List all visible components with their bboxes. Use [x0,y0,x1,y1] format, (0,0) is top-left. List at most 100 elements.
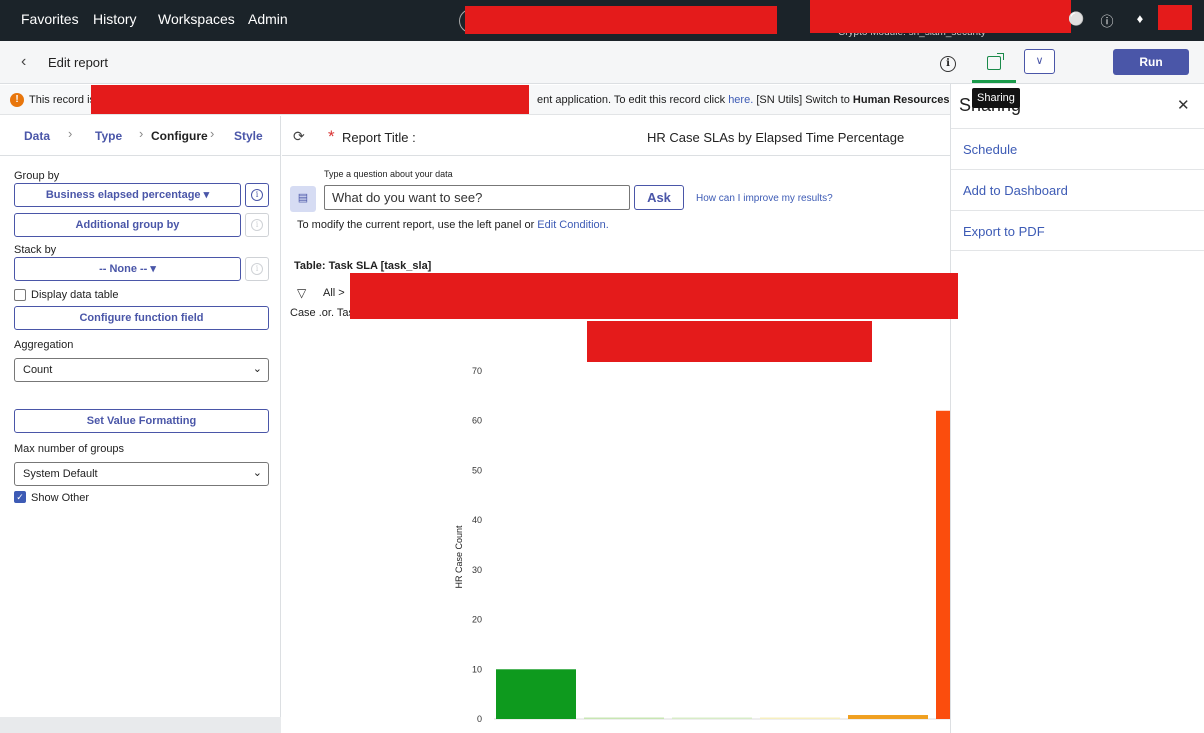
alert-text-start: This record is [29,94,96,106]
ask-hint-label: Type a question about your data [324,169,453,179]
y-tick-label: 10 [472,664,482,674]
modify-text: To modify the current report, use the le… [297,219,538,231]
redacted-avatar [1158,5,1192,30]
redacted-block [91,85,529,114]
y-tick-label: 70 [472,366,482,376]
switch-scope-link[interactable]: Human Resources: C [853,94,950,106]
nav-history[interactable]: History [93,11,137,27]
max-groups-value: System Default [23,468,98,480]
share-item-label: Schedule [963,142,1018,157]
share-schedule[interactable]: Schedule [951,128,1204,169]
run-button[interactable]: Run [1113,49,1189,75]
y-tick-label: 0 [477,714,482,724]
more-options-dropdown[interactable]: ∨ [1024,49,1055,74]
report-config-panel: Data › Type › Configure › Style Group by… [0,116,281,733]
tab-type[interactable]: Type [95,129,122,143]
caret-down-icon: ▾ [203,189,210,201]
alert-text-part: ent application. To edit this record cli… [537,94,729,106]
back-chevron-icon[interactable]: ‹ [21,53,26,71]
display-data-table-checkbox[interactable] [14,289,26,301]
chart-bar [848,715,928,719]
nlq-input[interactable] [324,185,630,210]
sharing-button[interactable] [972,49,1016,83]
redacted-block [350,273,958,319]
help-icon[interactable]: ⓘ [1099,11,1115,30]
table-name-label: Table: Task SLA [task_sla] [294,260,432,272]
info-icon[interactable]: i [940,56,956,72]
y-tick-label: 60 [472,416,482,426]
share-add-to-dashboard[interactable]: Add to Dashboard [951,169,1204,210]
horizontal-scrollbar[interactable] [0,717,281,733]
share-export-pdf[interactable]: Export to PDF [951,210,1204,251]
condition-text: Case .or. Tas [290,307,354,319]
report-title-label: Report Title : [342,130,416,145]
chart-bar [760,717,840,719]
group-by-select[interactable]: Business elapsed percentage ▾ [14,183,241,207]
nav-favorites[interactable]: Favorites [21,11,79,27]
group-by-value: Business elapsed percentage [45,189,201,201]
group-by-info-button[interactable]: i [245,183,269,207]
chevron-down-icon: ⌄ [252,363,262,375]
chevron-down-icon: ⌄ [252,467,262,479]
stack-by-select[interactable]: -- None -- ▾ [14,257,241,281]
tab-data[interactable]: Data [24,129,50,143]
edit-condition-link[interactable]: Edit Condition. [537,219,609,231]
improve-results-link[interactable]: How can I improve my results? [696,193,833,204]
additional-group-info-button[interactable]: i [245,213,269,237]
configure-function-field-button[interactable]: Configure function field [14,306,269,330]
tab-style[interactable]: Style [234,129,263,143]
close-icon[interactable]: ✕ [1177,96,1190,114]
breadcrumb-all[interactable]: All > [323,287,345,299]
alert-text-part: [SN Utils] Switch to [753,94,853,106]
chart-bar [936,410,950,719]
y-tick-label: 50 [472,465,482,475]
stack-by-info-button[interactable]: i [245,257,269,281]
max-groups-select[interactable]: System Default ⌄ [14,462,269,486]
record-scope-alert: ! This record is ent application. To edi… [0,85,950,115]
redacted-block [810,0,1071,33]
info-icon: i [251,263,263,275]
info-icon: i [251,189,263,201]
set-value-formatting-button[interactable]: Set Value Formatting [14,409,269,433]
stack-by-value: -- None -- [99,263,148,275]
aggregation-select[interactable]: Count ⌄ [14,358,269,382]
additional-group-by-button[interactable]: Additional group by [14,213,241,237]
tab-configure[interactable]: Configure [151,129,208,143]
show-other-checkbox[interactable]: ✓ [14,491,26,503]
nav-admin[interactable]: Admin [248,11,288,27]
display-data-table-label: Display data table [31,289,119,301]
modify-instructions: To modify the current report, use the le… [297,219,609,231]
config-tabs: Data › Type › Configure › Style [0,116,281,156]
required-icon: * [328,127,335,146]
redacted-block [587,321,872,362]
warning-icon: ! [10,93,24,107]
bar-chart: 0 10 20 30 40 50 60 70 HR Case Count [454,366,950,724]
info-icon: i [251,219,263,231]
edit-here-link[interactable]: here. [728,94,753,106]
chevron-right-icon: › [68,126,73,141]
y-axis-label: HR Case Count [454,525,464,589]
page-title: Edit report [48,55,108,70]
ask-button[interactable]: Ask [634,185,684,210]
sharing-panel: Sharing Sharing ✕ Schedule Add to Dashbo… [950,84,1204,733]
alert-text-end: ent application. To edit this record cli… [537,94,950,106]
aggregation-label: Aggregation [14,339,74,351]
report-title-bar: ⟳ * Report Title : HR Case SLAs by Elaps… [282,116,950,156]
chat-icon[interactable]: ⚪ [1068,11,1084,27]
chart-bar [672,717,752,719]
share-icon [987,53,1004,70]
bell-icon[interactable]: ♦ [1132,11,1148,26]
show-other-label: Show Other [31,492,90,504]
y-tick-label: 30 [472,565,482,575]
group-by-label: Group by [14,170,60,182]
refresh-icon[interactable]: ⟳ [293,128,305,145]
report-title-field[interactable]: HR Case SLAs by Elapsed Time Percentage [647,130,904,145]
chevron-right-icon: › [210,126,215,141]
chart-bar [584,717,664,719]
caret-down-icon: ▾ [150,263,156,275]
chevron-down-icon: ∨ [1035,55,1044,67]
edit-report-header: ‹ Edit report i ∨ Run [0,41,1204,84]
nav-workspaces[interactable]: Workspaces [158,11,235,27]
filter-icon[interactable]: ▽ [297,286,306,300]
chart-bar [496,669,576,719]
